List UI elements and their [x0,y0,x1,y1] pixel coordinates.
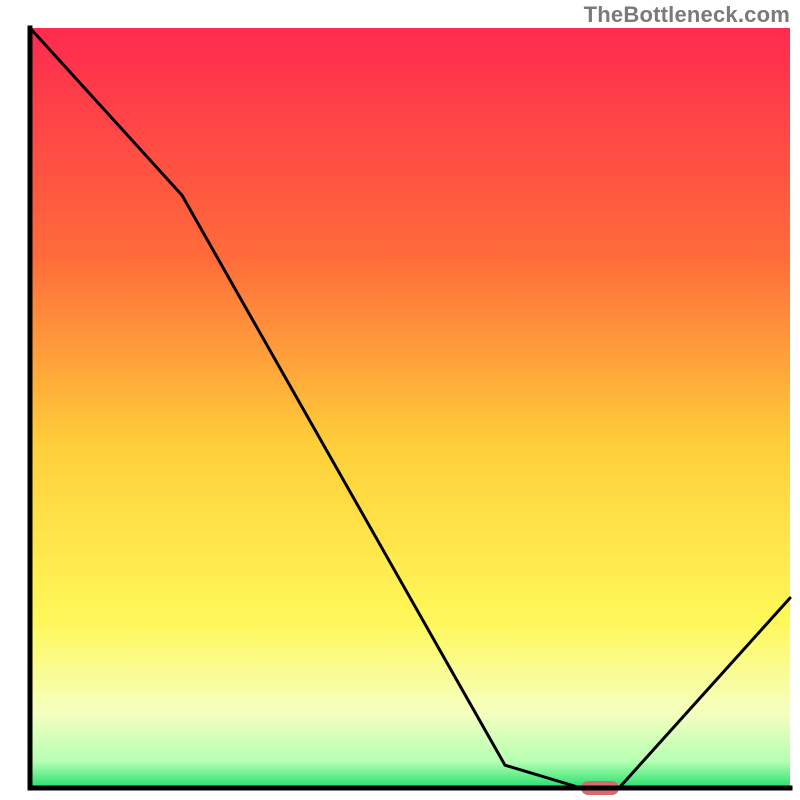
bottleneck-chart [0,0,800,800]
chart-container: TheBottleneck.com [0,0,800,800]
plot-background [30,28,790,788]
